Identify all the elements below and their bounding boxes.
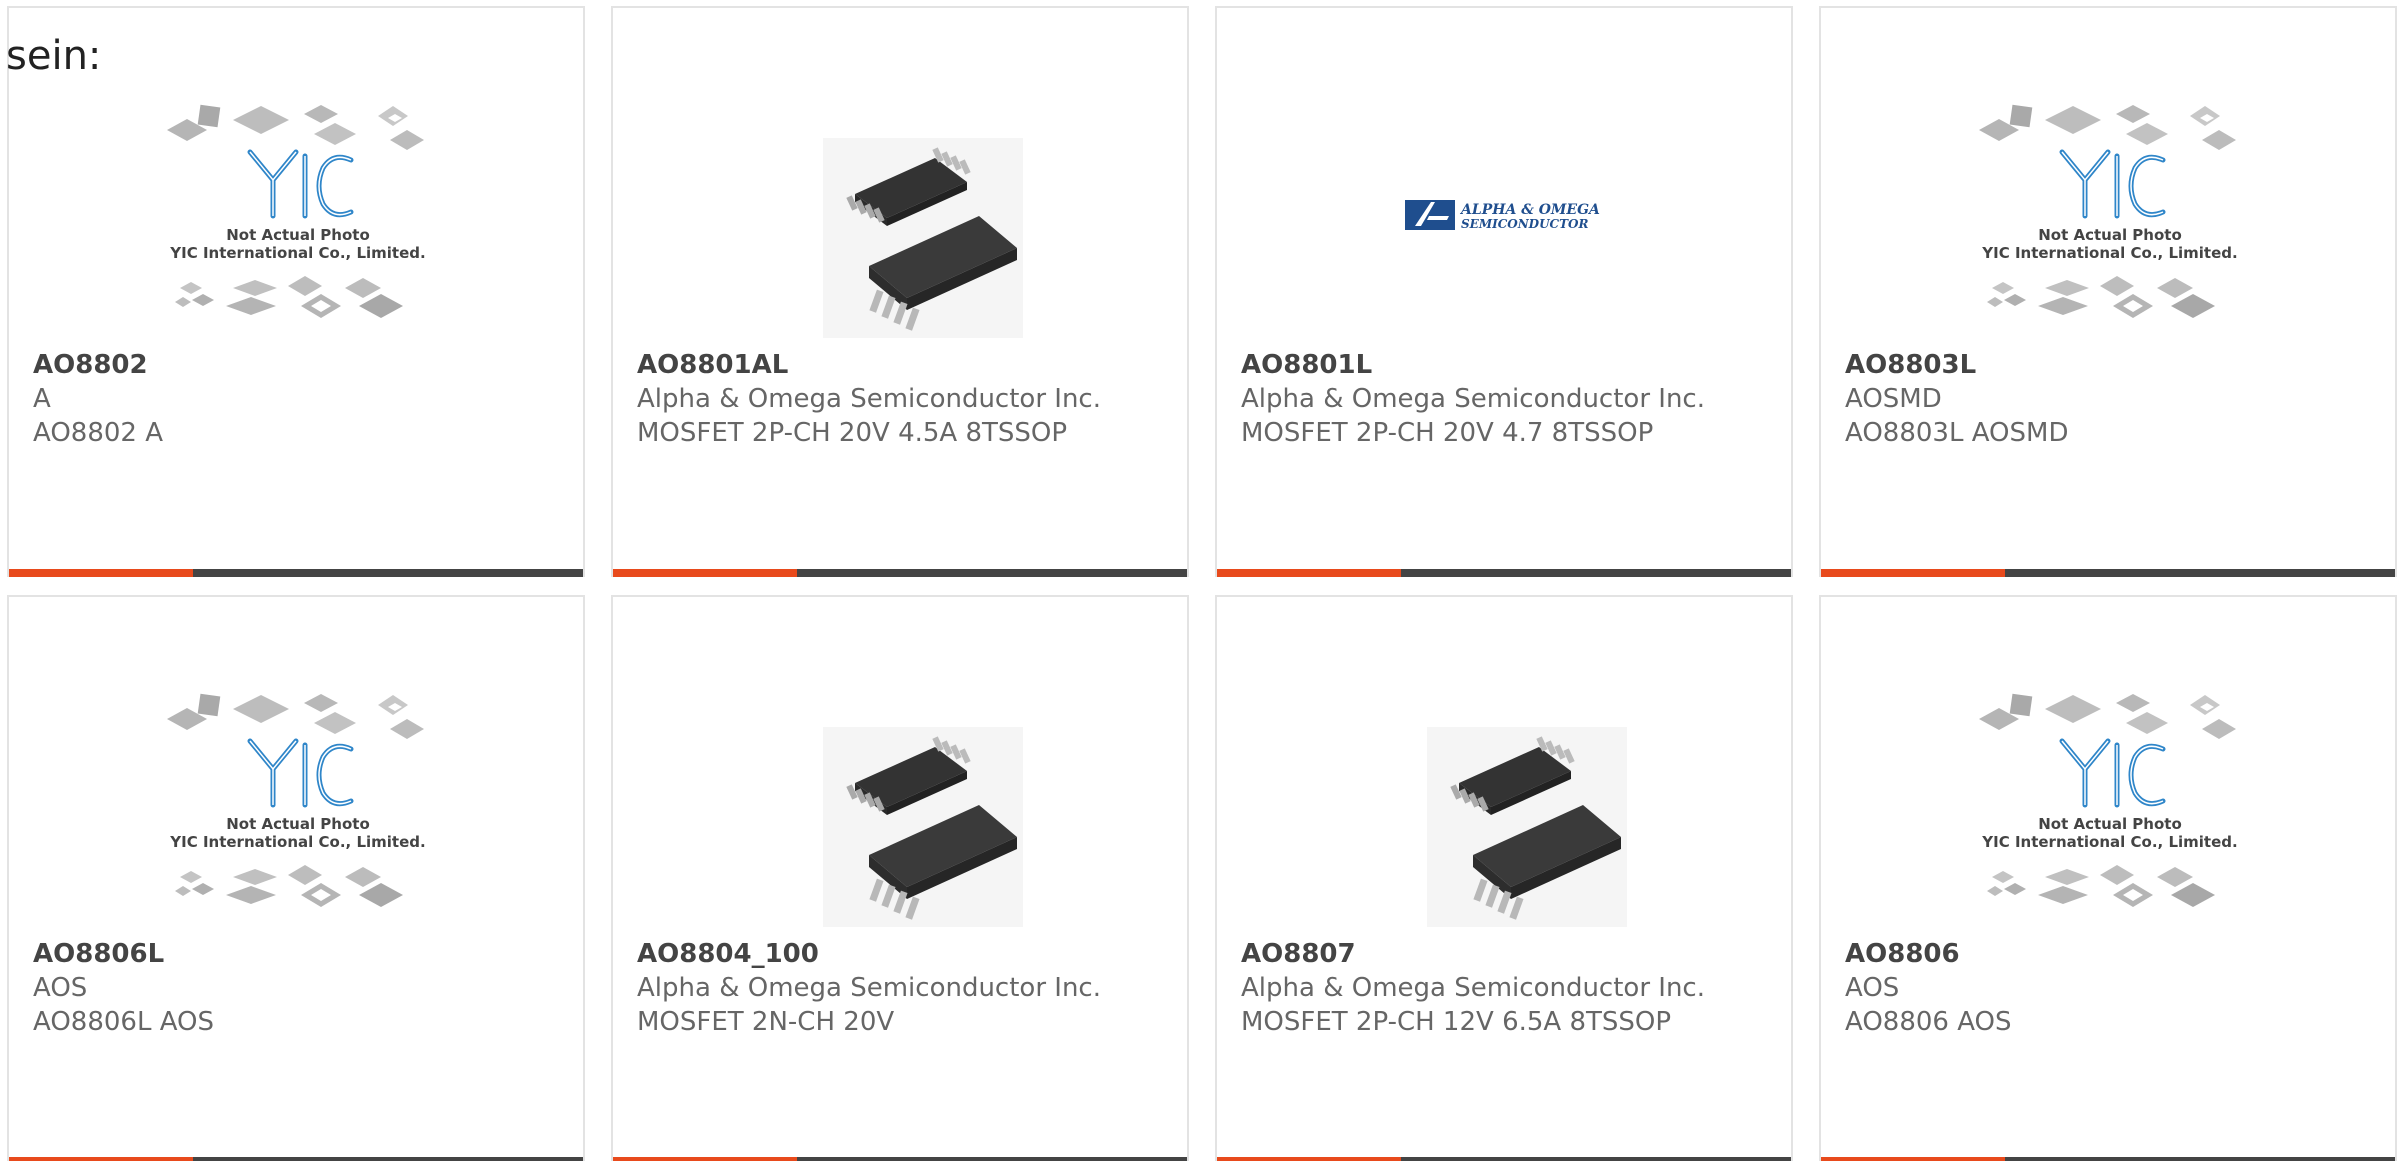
description: MOSFET 2P-CH 20V 4.5A 8TSSOP xyxy=(637,418,1068,448)
product-meta: AO8803L AOSMD AO8803L AOSMD xyxy=(1845,348,2371,450)
yic-placeholder-image: Not Actual PhotoYIC International Co., L… xyxy=(1979,104,2238,318)
card-bottom-bar xyxy=(1217,1157,1791,1161)
part-number[interactable]: AO8806L xyxy=(33,937,559,971)
description: AO8802 A xyxy=(33,418,164,448)
manufacturer: Alpha & Omega Semiconductor Inc. xyxy=(637,384,1101,414)
part-number[interactable]: AO8804_100 xyxy=(637,937,1163,971)
card-accent-bar xyxy=(9,569,193,577)
description: AO8806L AOS xyxy=(33,1007,215,1037)
yic-placeholder-image: Not Actual PhotoYIC International Co., L… xyxy=(167,104,426,318)
product-meta: AO8807 Alpha & Omega Semiconductor Inc. … xyxy=(1241,937,1767,1039)
placeholder-caption-line2: YIC International Co., Limited. xyxy=(169,244,425,262)
tssop-chip-image xyxy=(823,727,1023,927)
card-accent-bar xyxy=(613,1157,797,1161)
product-meta: AO8806L AOS AO8806L AOS xyxy=(33,937,559,1039)
aos-logo-line1: ALPHA & OMEGA xyxy=(1459,202,1600,218)
card-accent-bar xyxy=(613,569,797,577)
manufacturer: AOS xyxy=(1845,973,1900,1003)
product-card[interactable]: AO8801AL Alpha & Omega Semiconductor Inc… xyxy=(611,6,1189,577)
yic-placeholder-image: Not Actual PhotoYIC International Co., L… xyxy=(167,693,426,907)
product-card[interactable]: AO8804_100 Alpha & Omega Semiconductor I… xyxy=(611,595,1189,1161)
product-card[interactable]: Not Actual Photo YIC International Co., L… xyxy=(1819,595,2397,1161)
part-number[interactable]: AO8802 xyxy=(33,348,559,382)
description: AO8806 AOS xyxy=(1845,1007,2012,1037)
manufacturer: AOSMD xyxy=(1845,384,1942,414)
product-card[interactable]: Not Actual Photo YIC International Co., L… xyxy=(1819,6,2397,577)
part-number[interactable]: AO8801L xyxy=(1241,348,1767,382)
card-accent-bar xyxy=(1217,569,1401,577)
product-card[interactable]: Not Actual Photo YIC International Co., L… xyxy=(7,595,585,1161)
product-meta: AO8801L Alpha & Omega Semiconductor Inc.… xyxy=(1241,348,1767,450)
part-number[interactable]: AO8806 xyxy=(1845,937,2371,971)
card-bottom-bar xyxy=(9,569,583,577)
part-number[interactable]: AO8801AL xyxy=(637,348,1163,382)
product-meta: AO8804_100 Alpha & Omega Semiconductor I… xyxy=(637,937,1163,1039)
placeholder-caption-line1: Not Actual Photo xyxy=(2038,226,2182,244)
manufacturer: Alpha & Omega Semiconductor Inc. xyxy=(1241,384,1705,414)
card-accent-bar xyxy=(9,1157,193,1161)
product-image[interactable]: ALPHA & OMEGA SEMICONDUCTOR xyxy=(1363,76,1649,344)
product-image[interactable]: Not Actual Photo YIC International Co., L… xyxy=(1967,665,2253,933)
aos-logo-line2: SEMICONDUCTOR xyxy=(1461,217,1588,231)
tssop-chip-image xyxy=(823,138,1023,338)
product-meta: AO8802 A AO8802 A xyxy=(33,348,559,450)
product-grid: Not Actual Photo YIC International Co., L… xyxy=(7,6,2400,1161)
product-image[interactable]: Not Actual Photo YIC International Co., L… xyxy=(1967,76,2253,344)
card-bottom-bar xyxy=(1217,569,1791,577)
description: AO8803L AOSMD xyxy=(1845,418,2069,448)
part-number[interactable]: AO8807 xyxy=(1241,937,1767,971)
product-image[interactable] xyxy=(759,76,1045,344)
card-accent-bar xyxy=(1821,569,2005,577)
manufacturer: Alpha & Omega Semiconductor Inc. xyxy=(1241,973,1705,1003)
description: MOSFET 2P-CH 20V 4.7 8TSSOP xyxy=(1241,418,1654,448)
placeholder-caption-line2: YIC International Co., Limited. xyxy=(169,833,425,851)
placeholder-caption-line1: Not Actual Photo xyxy=(226,815,370,833)
card-accent-bar xyxy=(1217,1157,1401,1161)
product-meta: AO8801AL Alpha & Omega Semiconductor Inc… xyxy=(637,348,1163,450)
card-bottom-bar xyxy=(9,1157,583,1161)
intro-text: sein: xyxy=(6,33,102,79)
description: MOSFET 2P-CH 12V 6.5A 8TSSOP xyxy=(1241,1007,1672,1037)
placeholder-caption-line2: YIC International Co., Limited. xyxy=(1981,833,2237,851)
card-bottom-bar xyxy=(1821,569,2395,577)
card-bottom-bar xyxy=(613,569,1187,577)
manufacturer: AOS xyxy=(33,973,88,1003)
part-number[interactable]: AO8803L xyxy=(1845,348,2371,382)
manufacturer: Alpha & Omega Semiconductor Inc. xyxy=(637,973,1101,1003)
card-bottom-bar xyxy=(613,1157,1187,1161)
product-card[interactable]: ALPHA & OMEGA SEMICONDUCTOR AO8801L Alpha… xyxy=(1215,6,1793,577)
product-image[interactable] xyxy=(1363,665,1649,933)
placeholder-caption-line1: Not Actual Photo xyxy=(226,226,370,244)
aos-logo-image: ALPHA & OMEGASEMICONDUCTOR xyxy=(1405,200,1600,231)
product-card[interactable]: Not Actual Photo YIC International Co., L… xyxy=(7,6,585,577)
manufacturer: A xyxy=(33,384,51,414)
product-image[interactable]: Not Actual Photo YIC International Co., L… xyxy=(155,665,441,933)
product-image[interactable]: Not Actual Photo YIC International Co., L… xyxy=(155,76,441,344)
placeholder-caption-line2: YIC International Co., Limited. xyxy=(1981,244,2237,262)
placeholder-caption-line1: Not Actual Photo xyxy=(2038,815,2182,833)
product-image[interactable] xyxy=(759,665,1045,933)
description: MOSFET 2N-CH 20V xyxy=(637,1007,895,1037)
product-meta: AO8806 AOS AO8806 AOS xyxy=(1845,937,2371,1039)
tssop-chip-image xyxy=(1427,727,1627,927)
product-card[interactable]: AO8807 Alpha & Omega Semiconductor Inc. … xyxy=(1215,595,1793,1161)
yic-placeholder-image: Not Actual PhotoYIC International Co., L… xyxy=(1979,693,2238,907)
card-bottom-bar xyxy=(1821,1157,2395,1161)
card-accent-bar xyxy=(1821,1157,2005,1161)
